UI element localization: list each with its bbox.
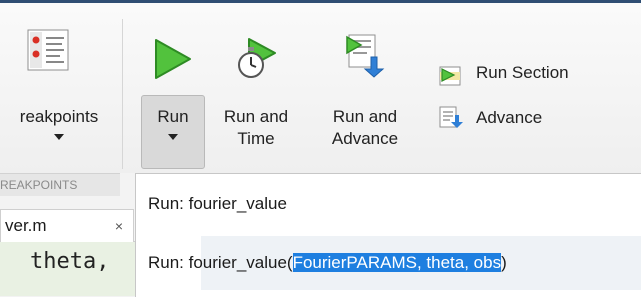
group-divider (122, 19, 123, 169)
editor-ribbon: reakpoints Run Run and Time Run and Adva… (0, 3, 641, 173)
menu-item-run-default-label: Run: fourier_value (148, 194, 287, 213)
run-dropdown-menu: Run: fourier_value Run: fourier_value(Fo… (135, 173, 641, 297)
run-and-time-label-2: Time (237, 129, 275, 148)
run-section-label: Run Section (476, 63, 569, 82)
chevron-down-icon (54, 134, 64, 140)
run-label: Run (157, 107, 189, 126)
advance-label: Advance (476, 108, 543, 127)
breakpoints-icon (27, 29, 69, 71)
run-args-input[interactable]: FourierPARAMS, theta, obs (292, 253, 502, 272)
run-section-icon (439, 66, 461, 86)
advance-icon (439, 106, 463, 128)
run-icon (155, 39, 191, 79)
editor-tab-bar: ver.m × (0, 205, 135, 242)
menu-item-run-with-args[interactable]: Run: fourier_value(FourierPARAMS, theta,… (148, 250, 507, 276)
run-and-advance-icon (346, 34, 385, 78)
menu-item-run-prefix: Run: fourier_value( (148, 253, 293, 272)
chevron-down-icon (168, 134, 178, 140)
close-icon[interactable]: × (115, 210, 123, 242)
run-and-advance-label-1: Run and (332, 107, 398, 126)
breakpoints-label: reakpoints (19, 107, 99, 126)
menu-item-run-default[interactable]: Run: fourier_value (148, 191, 287, 217)
code-line: theta, (30, 249, 110, 274)
editor-tab-label: ver.m (5, 216, 47, 235)
breakpoints-group-label: REAKPOINTS (0, 173, 120, 196)
menu-item-run-suffix: ) (501, 253, 507, 272)
stopwatch-icon (238, 38, 276, 78)
code-editor[interactable]: theta, (0, 242, 135, 296)
run-and-time-label-1: Run and (223, 107, 289, 126)
editor-tab[interactable]: ver.m × (0, 209, 134, 242)
run-and-advance-label-2: Advance (331, 129, 399, 148)
breakpoints-group-label-text: REAKPOINTS (0, 178, 78, 192)
